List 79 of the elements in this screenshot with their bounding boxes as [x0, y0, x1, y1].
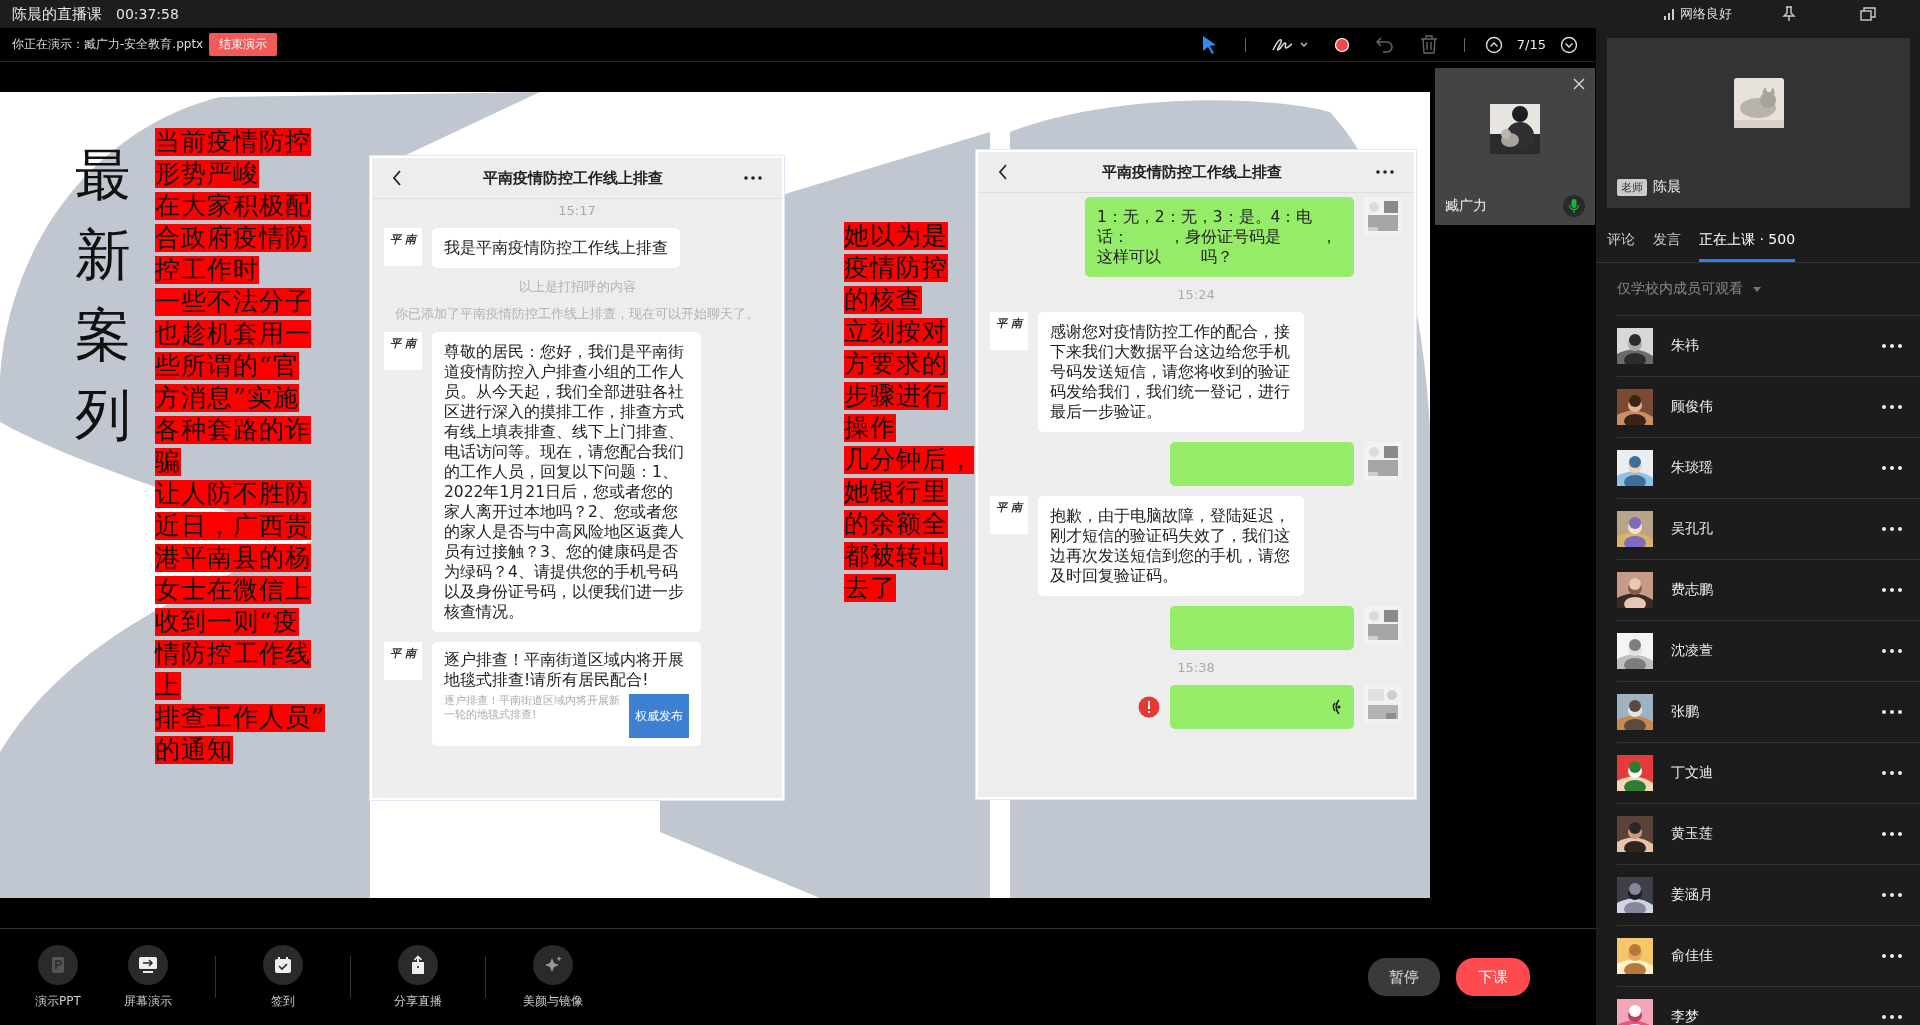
more-icon[interactable]: [1882, 954, 1902, 958]
sender-avatar: 平 南: [384, 642, 422, 680]
member-name: 李梦: [1671, 1008, 1699, 1025]
visibility-dropdown[interactable]: 仅学校内成员可观看: [1617, 280, 1761, 298]
page-indicator: 7/15: [1516, 37, 1546, 52]
participant-name: 臧广力: [1445, 197, 1487, 215]
sender-avatar: 平 南: [384, 332, 422, 370]
message-bubble: 抱歉，由于电脑故障，登陆延迟，刚才短信的验证码失效了，我们这边再次发送短信到您的手机，请您及时回复验证码。: [1038, 496, 1304, 596]
member-name: 张鹏: [1671, 703, 1699, 721]
more-icon[interactable]: [1882, 405, 1902, 409]
more-icon: [744, 176, 762, 180]
card-title: 逐户排查！平南街道区域内将开展地毯式排查!请所有居民配合!: [444, 650, 685, 690]
member-name: 朱祎: [1671, 337, 1699, 355]
microphone-icon[interactable]: [1563, 195, 1585, 217]
more-icon[interactable]: [1882, 1015, 1902, 1019]
slides-icon: [51, 955, 65, 974]
chat-timestamp: 15:24: [1177, 287, 1215, 302]
member-name: 朱琰瑶: [1671, 459, 1713, 477]
caret-icon[interactable]: [1299, 41, 1308, 48]
back-icon: [392, 170, 402, 186]
pen-icon[interactable]: [1271, 36, 1294, 53]
back-icon: [998, 164, 1008, 180]
more-icon[interactable]: [1882, 344, 1902, 348]
card-thumbnail: 权威发布: [629, 694, 689, 738]
message-bubble: 感谢您对疫情防控工作的配合，接下来我们大数据平台这边给您手机号码发送短信，请您将收到的验证码发给我们，我们统一登记，进行最后一步验证。: [1038, 312, 1304, 432]
pause-button[interactable]: 暂停: [1368, 958, 1440, 996]
network-status: 网络良好: [1680, 5, 1732, 23]
next-page-icon[interactable]: [1560, 35, 1578, 54]
panel-tab[interactable]: 发言: [1653, 231, 1681, 262]
slide-title: 最新案列: [75, 141, 131, 449]
window-title: 陈晨的直播课: [12, 4, 102, 24]
member-name: 费志鹏: [1671, 581, 1713, 599]
more-icon[interactable]: [1882, 710, 1902, 714]
toolbar-button[interactable]: 分享直播: [373, 944, 463, 1010]
more-icon: [1376, 170, 1394, 174]
chat-timestamp: 15:17: [558, 203, 596, 218]
member-name: 丁文迪: [1671, 764, 1713, 782]
color-dot-icon[interactable]: [1333, 36, 1350, 53]
message-bubble: 我是平南疫情防控工作线上排查: [432, 228, 680, 268]
more-icon[interactable]: [1882, 588, 1902, 592]
role-badge: 老师: [1617, 178, 1647, 196]
sender-avatar: 平 南: [990, 312, 1028, 350]
member-name: 黄玉莲: [1671, 825, 1713, 843]
more-icon[interactable]: [1882, 893, 1902, 897]
more-icon[interactable]: [1882, 771, 1902, 775]
card-description: 逐户排查！平南街道区域内将开展新一轮的地毯式排查!: [444, 694, 621, 723]
message-bubble: 尊敬的居民：您好，我们是平南街道疫情防控入户排查小组的工作人员。从今天起，我们全部进驻各社区进行深入的摸排工作，排查方式有线上填表排查、线下上门排查、电话访问等。现在，请您配合我们的工作人员，回复以下问题：1、2022年1月21日后，您或者您的家人离开过本地吗？2、您或者您的家人是否与中高风险地区返龚人员有过接触？3、您的健康码是否为绿码？4、请提供您的手机号码以及身份证号码，以便我们进一步核查情况。: [432, 332, 701, 632]
more-icon[interactable]: [1882, 527, 1902, 531]
close-icon[interactable]: [1573, 78, 1585, 90]
toolbar-button[interactable]: 屏幕演示: [103, 944, 193, 1010]
previous-page-icon[interactable]: [1484, 35, 1503, 54]
member-name: 姜涵月: [1671, 886, 1713, 904]
caret-icon: [1753, 286, 1761, 292]
toolbar-button[interactable]: 签到: [238, 944, 328, 1010]
panel-tab[interactable]: 评论: [1607, 231, 1635, 262]
chat-title: 平南疫情防控工作线上排查: [1102, 162, 1282, 182]
restore-icon[interactable]: [1860, 7, 1876, 21]
chat-title: 平南疫情防控工作线上排查: [483, 168, 663, 188]
toolbar-button[interactable]: 美颜与镜像: [508, 944, 598, 1010]
more-icon[interactable]: [1882, 832, 1902, 836]
sender-avatar: 平 南: [990, 496, 1028, 534]
chat-timestamp: 15:38: [1177, 660, 1215, 675]
panel-tab[interactable]: 正在上课 · 500: [1699, 231, 1796, 262]
presenting-label: 你正在演示：臧广力-安全教育.pptx: [12, 36, 204, 53]
member-name: 吴孔孔: [1671, 520, 1713, 538]
sender-avatar: 平 南: [384, 228, 422, 266]
calendar-check-icon: [274, 955, 292, 974]
more-icon[interactable]: [1882, 649, 1902, 653]
screen-share-icon: [138, 955, 158, 974]
pin-icon[interactable]: [1782, 6, 1796, 22]
signal-icon: [1663, 8, 1675, 20]
teacher-name: 陈晨: [1653, 178, 1681, 196]
share-icon: [410, 954, 426, 975]
more-icon[interactable]: [1882, 466, 1902, 470]
member-name: 顾俊伟: [1671, 398, 1713, 416]
message-bubble: 1：无，2：无，3：是。4：电话： ，身份证号码是 ，这样可以 吗？: [1085, 197, 1354, 277]
class-timer: 00:37:58: [116, 6, 179, 22]
member-name: 沈凌萱: [1671, 642, 1713, 660]
member-name: 俞佳佳: [1671, 947, 1713, 965]
